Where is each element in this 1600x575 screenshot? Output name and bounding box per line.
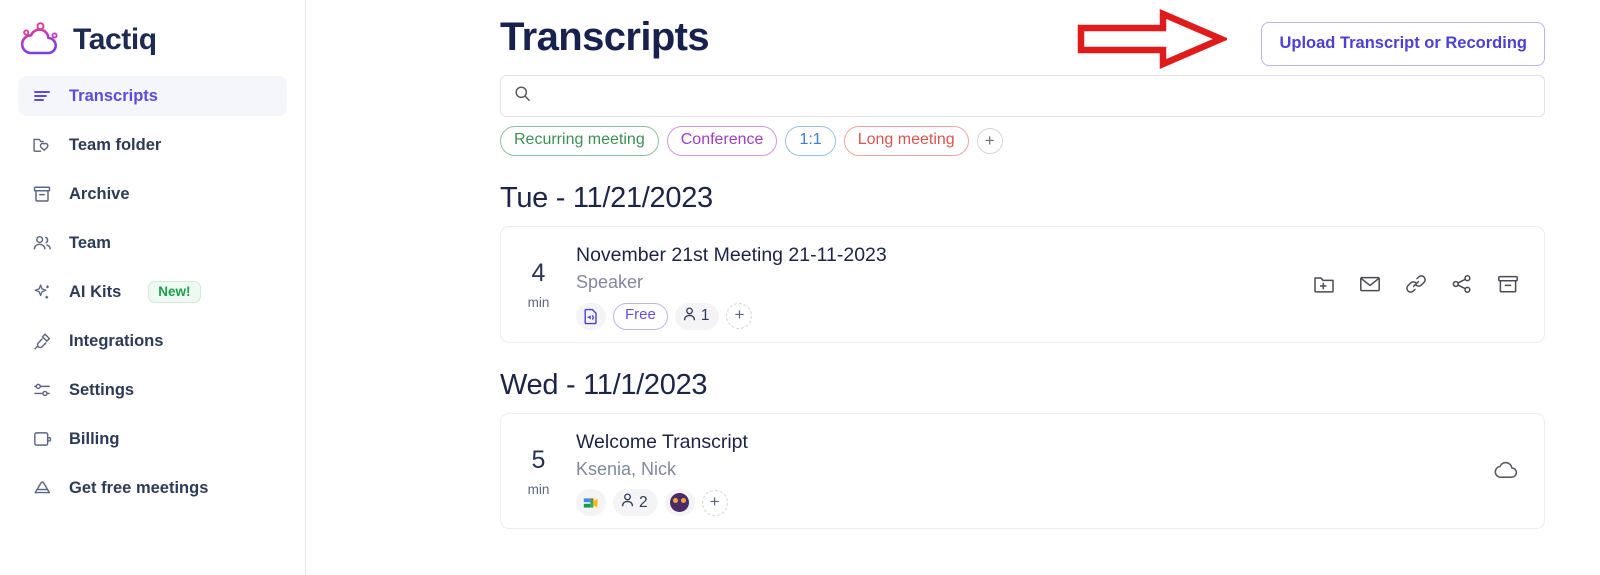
plan-badge[interactable]: Free	[613, 302, 668, 330]
archive-box-icon	[31, 183, 53, 205]
sparkles-icon	[31, 281, 53, 303]
add-tag-button[interactable]: +	[726, 303, 753, 330]
participants-chip[interactable]: 2	[613, 489, 658, 517]
transcript-speakers: Speaker	[576, 272, 644, 293]
sliders-icon	[31, 379, 53, 401]
add-tag-button[interactable]: +	[701, 489, 728, 516]
row-actions-container	[1312, 239, 1526, 330]
filter-tags: Recurring meeting Conference 1:1 Long me…	[500, 126, 1545, 156]
sidebar-item-label: AI Kits	[69, 282, 122, 301]
transcript-chips: 2 +	[576, 489, 1494, 517]
sidebar-item-transcripts[interactable]: Transcripts	[18, 76, 287, 116]
status-badge-new: New!	[148, 280, 201, 304]
sidebar-item-billing[interactable]: Billing	[18, 419, 287, 459]
lines-icon	[31, 85, 53, 107]
brand-logo[interactable]: Tactiq	[0, 0, 305, 62]
row-actions-container	[1494, 426, 1526, 517]
audio-file-icon[interactable]	[576, 302, 606, 330]
transcript-info: Welcome Transcript Ksenia, Nick 2 +	[576, 426, 1494, 517]
duration-unit: min	[527, 294, 550, 310]
link-icon[interactable]	[1404, 272, 1428, 296]
plug-icon	[31, 330, 53, 352]
duration-unit: min	[527, 481, 550, 497]
transcript-row[interactable]: 5 min Welcome Transcript Ksenia, Nick 2 …	[500, 412, 1545, 530]
filter-tag-long-meeting[interactable]: Long meeting	[843, 126, 969, 156]
sidebar-item-archive[interactable]: Archive	[18, 174, 287, 214]
sidebar-item-label: Settings	[69, 380, 135, 399]
sidebar-item-team[interactable]: Team	[18, 223, 287, 263]
search-icon	[514, 85, 531, 107]
participants-count: 1	[700, 307, 710, 325]
gift-tag-icon	[31, 477, 53, 499]
search-input[interactable]	[531, 76, 1544, 116]
page-title: Transcripts	[500, 15, 710, 59]
transcript-title[interactable]: November 21st Meeting 21-11-2023	[576, 243, 1312, 268]
app-root: Tactiq Transcripts Team folder Archive T…	[0, 0, 1600, 575]
folder-heart-icon	[31, 134, 53, 156]
mail-icon[interactable]	[1358, 272, 1382, 296]
people-icon	[31, 232, 53, 254]
sidebar-item-label: Archive	[69, 184, 130, 203]
sidebar-item-label: Billing	[69, 429, 120, 448]
red-right-arrow-icon	[1075, 8, 1230, 70]
search-bar[interactable]	[500, 75, 1545, 117]
sidebar-item-ai-kits[interactable]: AI Kits New!	[18, 272, 287, 312]
brand-name: Tactiq	[73, 23, 157, 56]
page-header: Transcripts Upload Transcript or Recordi…	[500, 0, 1545, 69]
transcript-info: November 21st Meeting 21-11-2023 Speaker…	[576, 239, 1312, 330]
sidebar-item-label: Team folder	[69, 135, 162, 154]
sidebar-item-integrations[interactable]: Integrations	[18, 321, 287, 361]
duration: 5 min	[501, 426, 576, 517]
sidebar-item-label: Get free meetings	[69, 478, 209, 497]
duration: 4 min	[501, 239, 576, 330]
archive-icon[interactable]	[1496, 272, 1520, 296]
sidebar-nav: Transcripts Team folder Archive Team AI …	[0, 76, 305, 508]
duration-value: 5	[531, 445, 546, 474]
filter-tag-recurring-meeting[interactable]: Recurring meeting	[500, 126, 659, 156]
sidebar: Tactiq Transcripts Team folder Archive T…	[0, 0, 306, 575]
avatar-image	[670, 493, 690, 513]
wallet-icon	[31, 428, 53, 450]
row-actions	[1494, 460, 1526, 482]
date-group-heading: Wed - 11/1/2023	[500, 368, 708, 401]
sidebar-item-label: Team	[69, 233, 111, 252]
sidebar-item-get-free-meetings[interactable]: Get free meetings	[18, 468, 287, 508]
sidebar-item-label: Integrations	[69, 331, 164, 350]
sidebar-item-team-folder[interactable]: Team folder	[18, 125, 287, 165]
sidebar-item-settings[interactable]: Settings	[18, 370, 287, 410]
transcript-row[interactable]: 4 min November 21st Meeting 21-11-2023 S…	[500, 226, 1545, 343]
duration-value: 4	[531, 258, 546, 287]
share-icon[interactable]	[1450, 272, 1474, 296]
sidebar-item-label: Transcripts	[69, 86, 158, 105]
transcript-title[interactable]: Welcome Transcript	[576, 430, 1494, 455]
filter-tag-1-1[interactable]: 1:1	[785, 126, 836, 156]
date-group-heading: Tue - 11/21/2023	[500, 182, 713, 214]
upload-transcript-button[interactable]: Upload Transcript or Recording	[1261, 22, 1545, 66]
participants-chip[interactable]: 1	[674, 302, 720, 330]
add-filter-tag-button[interactable]: +	[976, 128, 1003, 154]
filter-tag-conference[interactable]: Conference	[666, 126, 778, 156]
google-meet-icon[interactable]	[576, 489, 606, 517]
folder-plus-icon[interactable]	[1312, 272, 1336, 296]
participants-count: 2	[639, 493, 648, 511]
avatar[interactable]	[664, 489, 695, 517]
transcript-chips: Free 1 +	[576, 302, 1312, 330]
transcript-speakers: Ksenia, Nick	[576, 459, 677, 480]
person-icon	[620, 492, 635, 513]
main-content: Transcripts Upload Transcript or Recordi…	[306, 0, 1600, 575]
person-icon	[682, 306, 697, 327]
row-actions	[1312, 272, 1526, 296]
cloud-icon[interactable]	[1494, 460, 1520, 482]
tactiq-cloud-logo-icon	[20, 21, 62, 59]
